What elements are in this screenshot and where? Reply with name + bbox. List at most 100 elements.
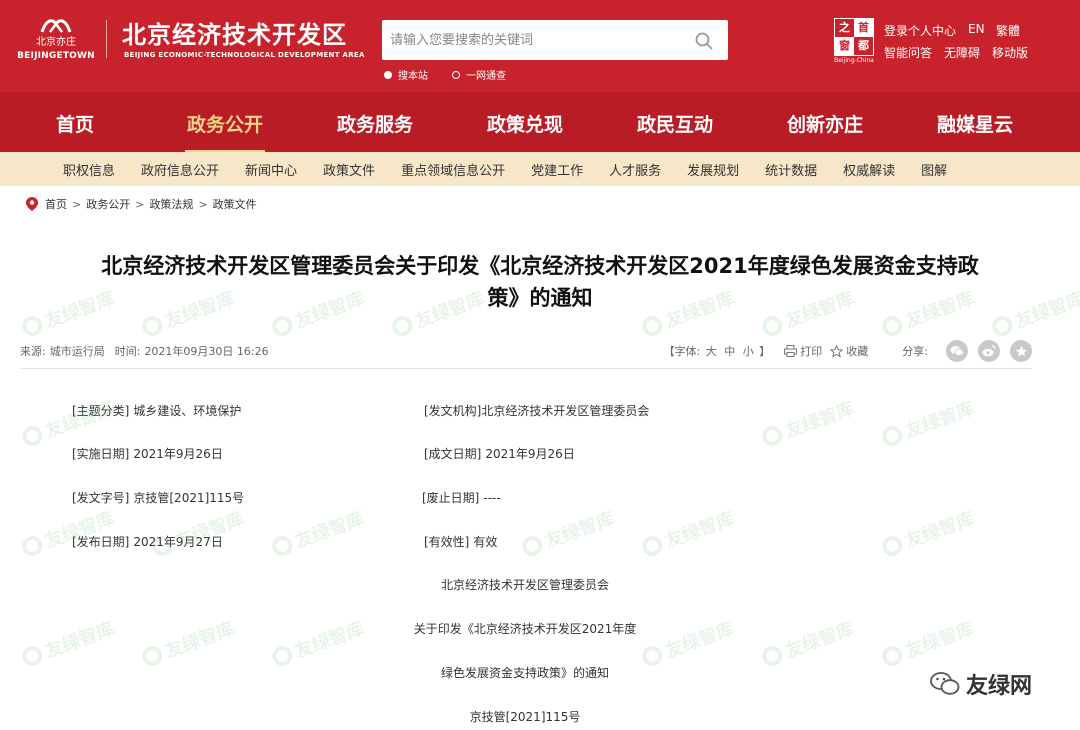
print-button[interactable]: 打印 [784, 343, 822, 359]
print-label: 打印 [800, 345, 823, 358]
info-key: [发文机构] [424, 404, 482, 418]
nav-home[interactable]: 首页 [0, 98, 150, 152]
search-scope-site[interactable]: 搜本站 [384, 67, 428, 82]
capital-window-seal[interactable]: 之 首 窗 都 Beijing-China [834, 18, 874, 64]
share-qzone-button[interactable] [1010, 340, 1032, 362]
subnav-item[interactable]: 新闻中心 [245, 160, 297, 179]
subnav-item[interactable]: 权威解读 [843, 160, 895, 179]
search-input[interactable] [390, 20, 680, 60]
breadcrumb-government-affairs[interactable]: 政务公开 [86, 196, 130, 212]
info-value: 有效 [473, 535, 498, 549]
info-key: [发文字号] [72, 491, 130, 505]
subnav-item[interactable]: 党建工作 [531, 160, 583, 179]
article-meta: 来源: 城市运行局 时间: 2021年09月30日 16:26 【字体: 大 中… [20, 340, 1032, 362]
mobile-link[interactable]: 移动版 [992, 44, 1028, 61]
info-key: [有效性] [424, 535, 470, 549]
breadcrumb-home[interactable]: 首页 [45, 196, 67, 212]
info-expiry-date: [废止日期] ---- [422, 489, 501, 506]
watermark-logo-icon [879, 533, 906, 559]
meta-divider [20, 368, 1032, 369]
subnav-item[interactable]: 重点领域信息公开 [401, 160, 505, 179]
info-value: 北京经济技术开发区管理委员会 [481, 404, 650, 418]
font-large-button[interactable]: 大 [706, 345, 717, 358]
info-key: [主题分类] [72, 404, 130, 418]
share-weibo-button[interactable] [978, 340, 1000, 362]
nav-media-cloud[interactable]: 融媒星云 [900, 98, 1050, 152]
watermark-logo-icon [879, 423, 906, 449]
nav-government-services[interactable]: 政务服务 [300, 98, 450, 152]
info-key: [废止日期] [422, 491, 480, 505]
search-scope-all[interactable]: 一网通查 [452, 67, 506, 82]
search-icon[interactable] [694, 31, 714, 51]
site-subtitle: BEIJING ECONOMIC-TECHNOLOGICAL DEVELOPME… [124, 51, 365, 59]
title-line: 策》的通知 [487, 286, 593, 310]
info-created-date: [成文日期] 2021年9月26日 [424, 445, 575, 462]
watermark-logo-icon [879, 643, 906, 669]
nav-public-interaction[interactable]: 政民互动 [600, 98, 750, 152]
info-issuer: [发文机构]北京经济技术开发区管理委员会 [424, 402, 649, 419]
source-label: 来源: [20, 345, 46, 358]
info-topic: [主题分类] 城乡建设、环境保护 [72, 402, 241, 419]
watermark-logo-icon [759, 423, 786, 449]
body-line: 绿色发展资金支持政策》的通知 [440, 666, 609, 680]
chevron-right-icon: > [135, 197, 145, 211]
body-line: 北京经济技术开发区管理委员会 [440, 578, 609, 592]
subnav-item[interactable]: 图解 [921, 160, 947, 179]
favorite-label: 收藏 [846, 345, 869, 358]
info-value: 城乡建设、环境保护 [133, 404, 242, 418]
chat-bubbles-icon [930, 672, 960, 695]
subnav-item[interactable]: 职权信息 [63, 160, 115, 179]
watermark: 友绿智库 [18, 614, 117, 671]
qzone-star-icon [1015, 345, 1027, 357]
wechat-icon [950, 346, 964, 356]
nav-innovation-yizhuang[interactable]: 创新亦庄 [750, 98, 900, 152]
nav-government-affairs[interactable]: 政务公开 [150, 98, 300, 152]
subnav-item[interactable]: 政府信息公开 [141, 160, 219, 179]
watermark-text: 友绿智库 [782, 618, 858, 663]
share-label: 分享: [902, 345, 928, 358]
watermark-logo-icon [19, 643, 46, 669]
watermark-logo-icon [639, 313, 666, 339]
traditional-chinese-link[interactable]: 繁體 [996, 22, 1020, 39]
favorite-button[interactable]: 收藏 [830, 343, 868, 359]
site-header: 北京亦庄 BEIJINGETOWN 北京经济技术开发区 BEIJING ECON… [0, 0, 1080, 152]
body-line: 关于印发《北京经济技术开发区2021年度 [413, 622, 637, 636]
location-pin-icon [26, 197, 38, 211]
watermark-logo-icon [989, 313, 1016, 339]
logo-icon [40, 19, 72, 33]
nav-policy-fulfillment[interactable]: 政策兑现 [450, 98, 600, 152]
breadcrumb-policy-regulations[interactable]: 政策法规 [149, 196, 193, 212]
site-logo[interactable]: 北京亦庄 BEIJINGETOWN [16, 14, 96, 68]
time-value: 2021年09月30日 16:26 [144, 345, 269, 358]
info-publish-date: [发布日期] 2021年9月27日 [72, 533, 223, 550]
font-small-button[interactable]: 小 [743, 345, 754, 358]
watermark-logo-icon [269, 533, 296, 559]
breadcrumb: 首页 > 政务公开 > 政策法规 > 政策文件 [26, 196, 257, 212]
font-size-control: 【字体: 大 中 小 】 [664, 343, 771, 359]
watermark-text: 友绿智库 [782, 398, 858, 443]
watermark: 友绿智库 [638, 504, 737, 561]
breadcrumb-policy-documents[interactable]: 政策文件 [213, 196, 257, 212]
share-wechat-button[interactable] [946, 340, 968, 362]
subnav-item[interactable]: 政策文件 [323, 160, 375, 179]
login-link[interactable]: 登录个人中心 [884, 22, 956, 39]
watermark-logo-icon [879, 313, 906, 339]
watermark-logo-icon [759, 313, 786, 339]
accessibility-link[interactable]: 无障碍 [944, 44, 980, 61]
watermark-text: 友绿智库 [662, 508, 738, 553]
watermark-text: 友绿智库 [542, 508, 618, 553]
seal-char: 窗 [835, 37, 854, 55]
logo-divider [106, 20, 107, 58]
watermark-logo-icon [139, 313, 166, 339]
subnav-item[interactable]: 统计数据 [765, 160, 817, 179]
seal-icon: 之 首 窗 都 [834, 18, 874, 56]
english-link[interactable]: EN [968, 22, 985, 36]
watermark: 友绿智库 [878, 504, 977, 561]
subnav-item[interactable]: 发展规划 [687, 160, 739, 179]
brand-badge-text: 友绿网 [966, 674, 1033, 699]
watermark: 友绿智库 [518, 504, 617, 561]
weibo-icon [982, 345, 996, 357]
subnav-item[interactable]: 人才服务 [609, 160, 661, 179]
smart-qa-link[interactable]: 智能问答 [884, 44, 932, 61]
font-medium-button[interactable]: 中 [724, 345, 735, 358]
